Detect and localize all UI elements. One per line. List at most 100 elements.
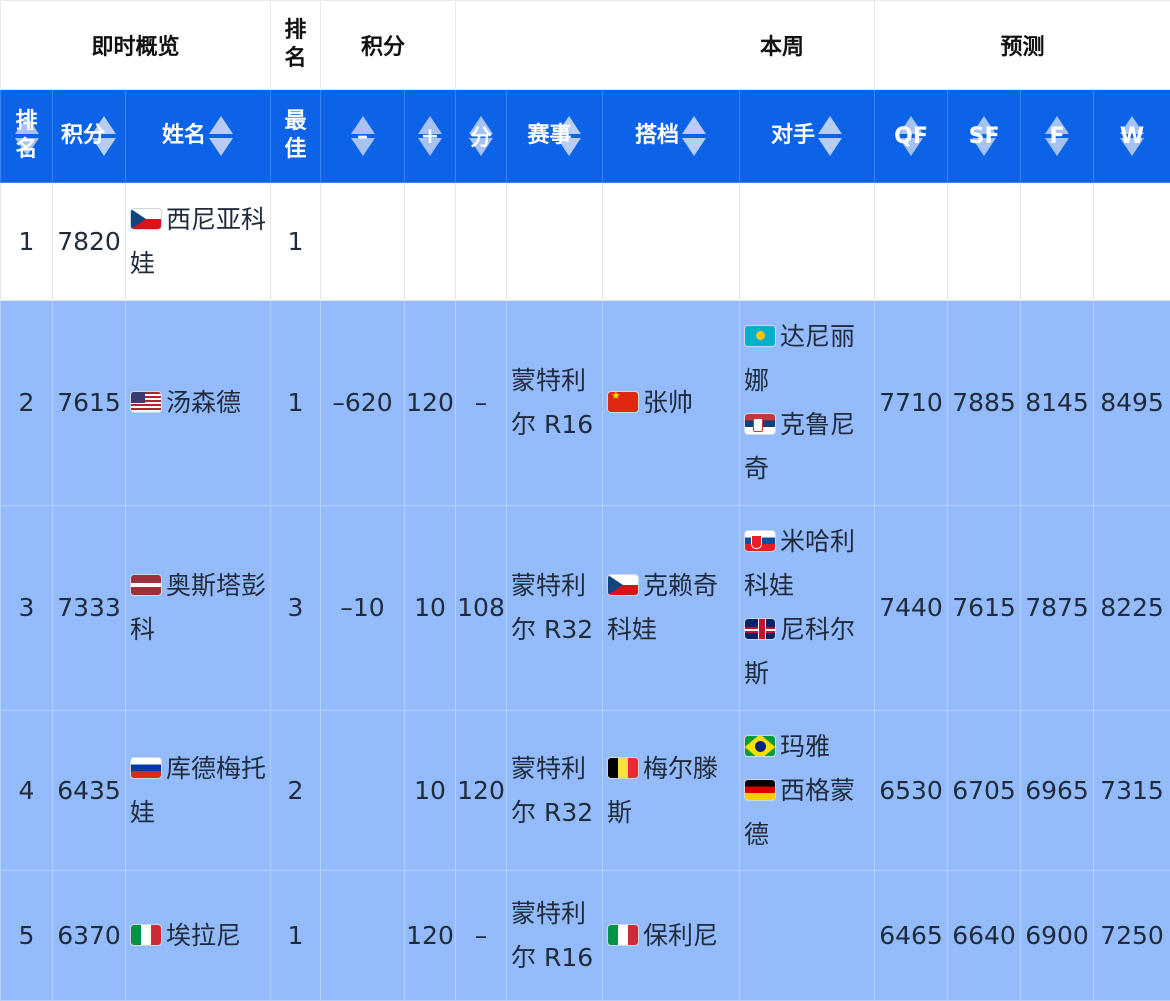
china-flag-icon xyxy=(607,391,639,413)
belgium-flag-icon xyxy=(607,757,639,779)
group-rank: 排名 xyxy=(271,1,321,90)
opponent-cell xyxy=(740,871,875,1001)
slovakia-flag-icon xyxy=(744,530,776,552)
col-plus[interactable]: + xyxy=(405,90,456,183)
opponent-cell: 达尼丽娜 克鲁尼奇 xyxy=(740,301,875,506)
name-cell: 汤森德 xyxy=(126,301,271,506)
best-cell: 2 xyxy=(271,711,321,871)
plus-cell: 120 xyxy=(405,871,456,1001)
f-cell: 6965 xyxy=(1021,711,1094,871)
event-cell: 蒙特利尔 R32 xyxy=(507,711,603,871)
qf-cell: 6465 xyxy=(875,871,948,1001)
rank-cell: 4 xyxy=(1,711,53,871)
col-event[interactable]: 赛事 xyxy=(507,90,603,183)
event-cell xyxy=(507,183,603,301)
col-qf[interactable]: QF xyxy=(875,90,948,183)
rankings-page: 即时概览 排名 积分 本周 预测 排名 积分 姓名 最佳 – + 分 赛事 搭档… xyxy=(0,0,1170,993)
col-points[interactable]: 积分 xyxy=(53,90,126,183)
opponent-cell xyxy=(740,183,875,301)
partner-cell xyxy=(603,183,740,301)
best-cell: 3 xyxy=(271,506,321,711)
uk-flag-icon xyxy=(744,618,776,640)
group-forecast: 预测 xyxy=(875,1,1170,90)
w-cell: 8495 xyxy=(1094,301,1170,506)
f-cell xyxy=(1021,183,1094,301)
germany-flag-icon xyxy=(744,779,776,801)
points-cell: 6370 xyxy=(53,871,126,1001)
minus-cell xyxy=(321,183,405,301)
col-w[interactable]: W xyxy=(1094,90,1170,183)
group-this-week: 本周 xyxy=(456,1,875,90)
sf-cell: 6705 xyxy=(948,711,1021,871)
name-cell: 库德梅托娃 xyxy=(126,711,271,871)
score-cell: – xyxy=(456,301,507,506)
rank-cell: 5 xyxy=(1,871,53,1001)
col-minus[interactable]: – xyxy=(321,90,405,183)
col-name[interactable]: 姓名 xyxy=(126,90,271,183)
minus-cell xyxy=(321,711,405,871)
czech-flag-icon xyxy=(607,574,639,596)
score-cell: 108 xyxy=(456,506,507,711)
points-cell: 7333 xyxy=(53,506,126,711)
event-cell: 蒙特利尔 R16 xyxy=(507,301,603,506)
best-cell: 1 xyxy=(271,183,321,301)
sort-icon xyxy=(208,114,234,158)
col-partner[interactable]: 搭档 xyxy=(603,90,740,183)
table-row: 2 7615 汤森德 1 –620 120 – 蒙特利尔 R16 张帅 达尼丽娜… xyxy=(1,301,1170,506)
points-cell: 6435 xyxy=(53,711,126,871)
group-header-row: 即时概览 排名 积分 本周 预测 xyxy=(1,1,1170,90)
col-f[interactable]: F xyxy=(1021,90,1094,183)
russia-flag-icon xyxy=(130,757,162,779)
score-cell: – xyxy=(456,871,507,1001)
opponent-cell: 玛雅 西格蒙德 xyxy=(740,711,875,871)
qf-cell xyxy=(875,183,948,301)
minus-cell: –620 xyxy=(321,301,405,506)
points-cell: 7615 xyxy=(53,301,126,506)
w-cell: 7250 xyxy=(1094,871,1170,1001)
best-cell: 1 xyxy=(271,871,321,1001)
event-cell: 蒙特利尔 R16 xyxy=(507,871,603,1001)
plus-cell: 10 xyxy=(405,506,456,711)
partner-cell: 梅尔滕斯 xyxy=(603,711,740,871)
col-opponent[interactable]: 对手 xyxy=(740,90,875,183)
opponent-cell: 米哈利科娃 尼科尔斯 xyxy=(740,506,875,711)
table-body: 1 7820 西尼亚科娃 1 2 7615 汤森德 1 –620 120 – 蒙… xyxy=(1,183,1170,1001)
minus-cell xyxy=(321,871,405,1001)
qf-cell: 7710 xyxy=(875,301,948,506)
live-ranking-table: 即时概览 排名 积分 本周 预测 排名 积分 姓名 最佳 – + 分 赛事 搭档… xyxy=(0,0,1170,1001)
latvia-flag-icon xyxy=(130,574,162,596)
col-score[interactable]: 分 xyxy=(456,90,507,183)
partner-cell: 张帅 xyxy=(603,301,740,506)
group-overview: 即时概览 xyxy=(1,1,271,90)
w-cell xyxy=(1094,183,1170,301)
usa-flag-icon xyxy=(130,391,162,413)
sf-cell: 7615 xyxy=(948,506,1021,711)
points-cell: 7820 xyxy=(53,183,126,301)
col-rank[interactable]: 排名 xyxy=(1,90,53,183)
w-cell: 7315 xyxy=(1094,711,1170,871)
col-best[interactable]: 最佳 xyxy=(271,90,321,183)
italy-flag-icon xyxy=(130,924,162,946)
sf-cell: 6640 xyxy=(948,871,1021,1001)
brazil-flag-icon xyxy=(744,735,776,757)
f-cell: 8145 xyxy=(1021,301,1094,506)
rank-cell: 3 xyxy=(1,506,53,711)
partner-cell: 克赖奇科娃 xyxy=(603,506,740,711)
table-row: 1 7820 西尼亚科娃 1 xyxy=(1,183,1170,301)
score-cell: 120 xyxy=(456,711,507,871)
f-cell: 7875 xyxy=(1021,506,1094,711)
sf-cell xyxy=(948,183,1021,301)
sf-cell: 7885 xyxy=(948,301,1021,506)
partner-cell: 保利尼 xyxy=(603,871,740,1001)
minus-cell: –10 xyxy=(321,506,405,711)
kazakhstan-flag-icon xyxy=(744,325,776,347)
sort-icon xyxy=(681,114,707,158)
qf-cell: 6530 xyxy=(875,711,948,871)
group-points: 积分 xyxy=(321,1,456,90)
name-cell: 奥斯塔彭科 xyxy=(126,506,271,711)
italy-flag-icon xyxy=(607,924,639,946)
event-cell: 蒙特利尔 R32 xyxy=(507,506,603,711)
col-sf[interactable]: SF xyxy=(948,90,1021,183)
f-cell: 6900 xyxy=(1021,871,1094,1001)
rank-cell: 1 xyxy=(1,183,53,301)
